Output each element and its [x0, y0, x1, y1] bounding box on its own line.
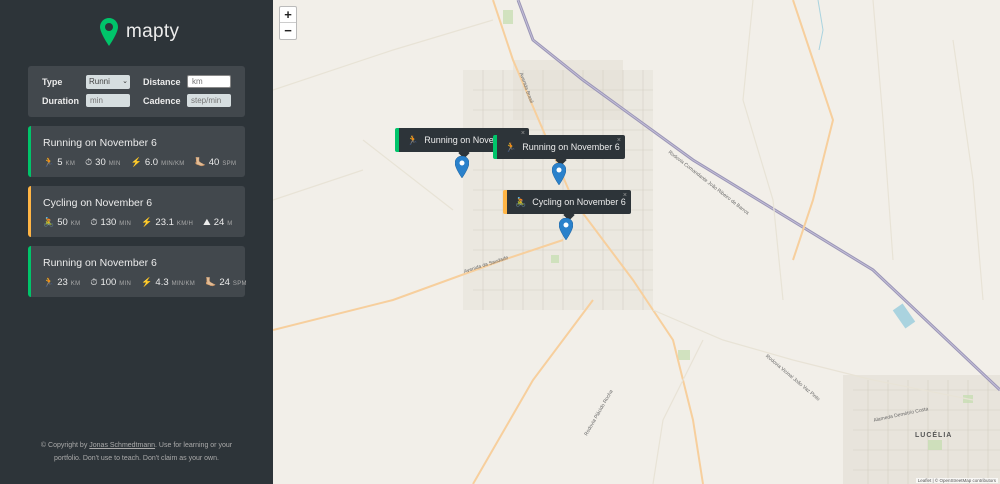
zoom-in-button[interactable]: +	[280, 7, 296, 23]
map-tiles	[273, 0, 1000, 484]
cyclist-icon: 🚴	[43, 217, 55, 227]
zoom-out-button[interactable]: −	[280, 23, 296, 39]
stat-value: 24	[213, 217, 225, 228]
copyright-prefix: © Copyright by	[40, 442, 90, 449]
pace-stat: ⚡️ 4.3 MIN/KM	[141, 277, 195, 288]
distance-input[interactable]	[187, 75, 231, 88]
map-pin-logo-icon	[100, 18, 118, 46]
cadence-label: Cadence	[143, 96, 181, 106]
map-marker-icon[interactable]	[559, 218, 573, 240]
elevation-stat: ⛰ 24 M	[203, 217, 232, 228]
distance-stat: 🏃 5 KM	[43, 157, 75, 168]
map-marker-icon[interactable]	[552, 163, 566, 185]
workout-card-running[interactable]: Running on November 6 🏃 23 KM ⏱ 100 MIN ⚡️ 4.…	[28, 246, 247, 297]
stat-unit: KM	[65, 161, 76, 167]
stopwatch-icon: ⏱	[85, 157, 93, 167]
stat-unit: SPM	[232, 281, 247, 287]
stat-unit: MIN/KM	[161, 161, 185, 167]
pace-stat: ⚡️ 6.0 MIN/KM	[131, 157, 185, 168]
chevron-down-icon: ⌄	[122, 78, 128, 85]
logo: mapty	[100, 17, 179, 47]
place-label: LUCÉLIA	[915, 432, 953, 439]
sidebar: mapty Type Runni ⌄ Distance Duration Cad…	[0, 0, 273, 484]
zoom-control: + −	[279, 6, 297, 40]
type-select-value: Runni	[89, 77, 110, 86]
stat-unit: MIN	[119, 221, 132, 227]
stat-value: 40	[208, 157, 220, 168]
stat-unit: KM	[70, 221, 81, 227]
stat-unit: KM	[70, 281, 81, 287]
workout-card-cycling[interactable]: Cycling on November 6 🚴 50 KM ⏱ 130 MIN ⚡️ 23…	[28, 186, 245, 237]
speed-stat: ⚡️ 23.1 KM/H	[141, 217, 193, 228]
mountain-icon: ⛰	[203, 217, 211, 227]
lightning-icon: ⚡️	[141, 217, 153, 227]
cadence-stat: 🦶🏼 40 SPM	[195, 157, 237, 168]
stat-value: 24	[219, 277, 230, 288]
author-link[interactable]: Jonas Schmedtmann	[89, 442, 155, 449]
stat-value: 130	[100, 217, 117, 228]
popup-text: Running on November 6	[522, 142, 620, 152]
stopwatch-icon: ⏱	[90, 217, 98, 227]
footprint-icon: 🦶🏼	[205, 277, 217, 287]
stat-value: 23.1	[155, 217, 174, 228]
stat-value: 30	[95, 157, 106, 168]
stat-unit: MIN/KM	[171, 281, 196, 287]
runner-icon: 🏃	[407, 134, 419, 145]
distance-label: Distance	[143, 77, 181, 87]
stat-value: 23	[57, 277, 68, 288]
runner-icon: 🏃	[505, 141, 517, 152]
stat-value: 5	[57, 157, 63, 168]
duration-stat: ⏱ 30 MIN	[85, 157, 121, 168]
map[interactable]: + − Avenida da Saudade Rodovia Comandant…	[273, 0, 1000, 484]
stat-unit: SPM	[222, 161, 237, 167]
close-icon[interactable]: ×	[617, 137, 621, 144]
runner-icon: 🏃	[43, 157, 55, 167]
workout-title: Running on November 6	[43, 137, 157, 149]
workout-card-running[interactable]: Running on November 6 🏃 5 KM ⏱ 30 MIN ⚡️ 6.0 M…	[28, 126, 245, 177]
map-attribution[interactable]: Leaflet | © OpenStreetMap contributors	[915, 478, 998, 483]
stat-unit: M	[227, 221, 233, 227]
close-icon[interactable]: ×	[623, 192, 627, 199]
footprint-icon: 🦶🏼	[194, 157, 206, 167]
workout-title: Running on November 6	[43, 257, 157, 269]
stat-value: 4.3	[155, 277, 169, 288]
type-label: Type	[42, 77, 63, 87]
workout-title: Cycling on November 6	[43, 197, 153, 209]
stat-unit: KM/H	[176, 221, 194, 227]
duration-stat: ⏱ 130 MIN	[90, 217, 131, 228]
stat-value: 6.0	[144, 157, 159, 168]
cadence-input[interactable]	[187, 94, 231, 107]
app-name: mapty	[126, 21, 180, 42]
stopwatch-icon: ⏱	[90, 277, 98, 287]
stat-unit: MIN	[108, 161, 121, 167]
copyright: © Copyright by Jonas Schmedtmann. Use fo…	[30, 440, 243, 465]
workout-popup-cycling[interactable]: 🚴 Cycling on November 6 ×	[503, 190, 631, 221]
workout-form: Type Runni ⌄ Distance Duration Cadence	[28, 66, 245, 117]
lightning-icon: ⚡️	[141, 277, 153, 287]
type-select[interactable]: Runni ⌄	[86, 75, 130, 89]
cadence-stat: 🦶🏼 24 SPM	[205, 277, 247, 288]
distance-stat: 🚴 50 KM	[43, 217, 80, 228]
workout-popup-running[interactable]: 🏃 Running on November 6 ×	[493, 135, 625, 166]
duration-label: Duration	[42, 96, 79, 106]
duration-input[interactable]	[86, 94, 130, 107]
map-marker-icon[interactable]	[455, 156, 469, 178]
popup-text: Cycling on November 6	[532, 197, 626, 207]
distance-stat: 🏃 23 KM	[43, 277, 80, 288]
stat-value: 50	[57, 217, 68, 228]
runner-icon: 🏃	[43, 277, 55, 287]
stat-unit: MIN	[119, 281, 132, 287]
stat-value: 100	[100, 277, 117, 288]
cyclist-icon: 🚴	[515, 196, 527, 207]
duration-stat: ⏱ 100 MIN	[90, 277, 131, 288]
lightning-icon: ⚡️	[130, 157, 142, 167]
